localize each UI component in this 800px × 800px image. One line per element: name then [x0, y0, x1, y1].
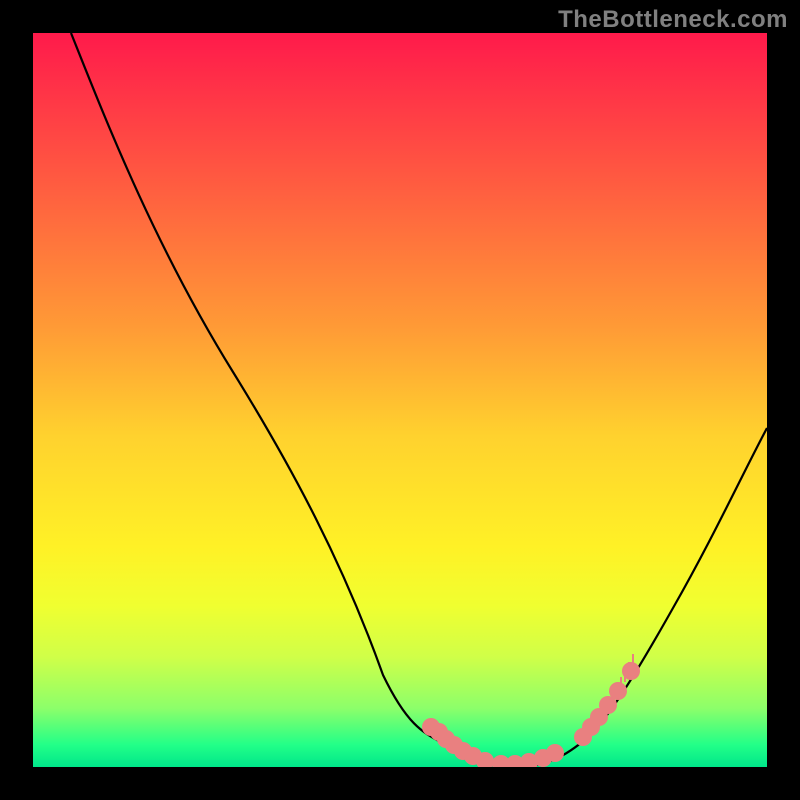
bottleneck-curve	[71, 33, 767, 766]
watermark-text: TheBottleneck.com	[558, 6, 788, 34]
right-marker-cluster	[574, 662, 640, 746]
chart-svg	[33, 33, 767, 767]
outer-frame: TheBottleneck.com	[0, 0, 800, 800]
left-marker-cluster	[422, 718, 564, 767]
